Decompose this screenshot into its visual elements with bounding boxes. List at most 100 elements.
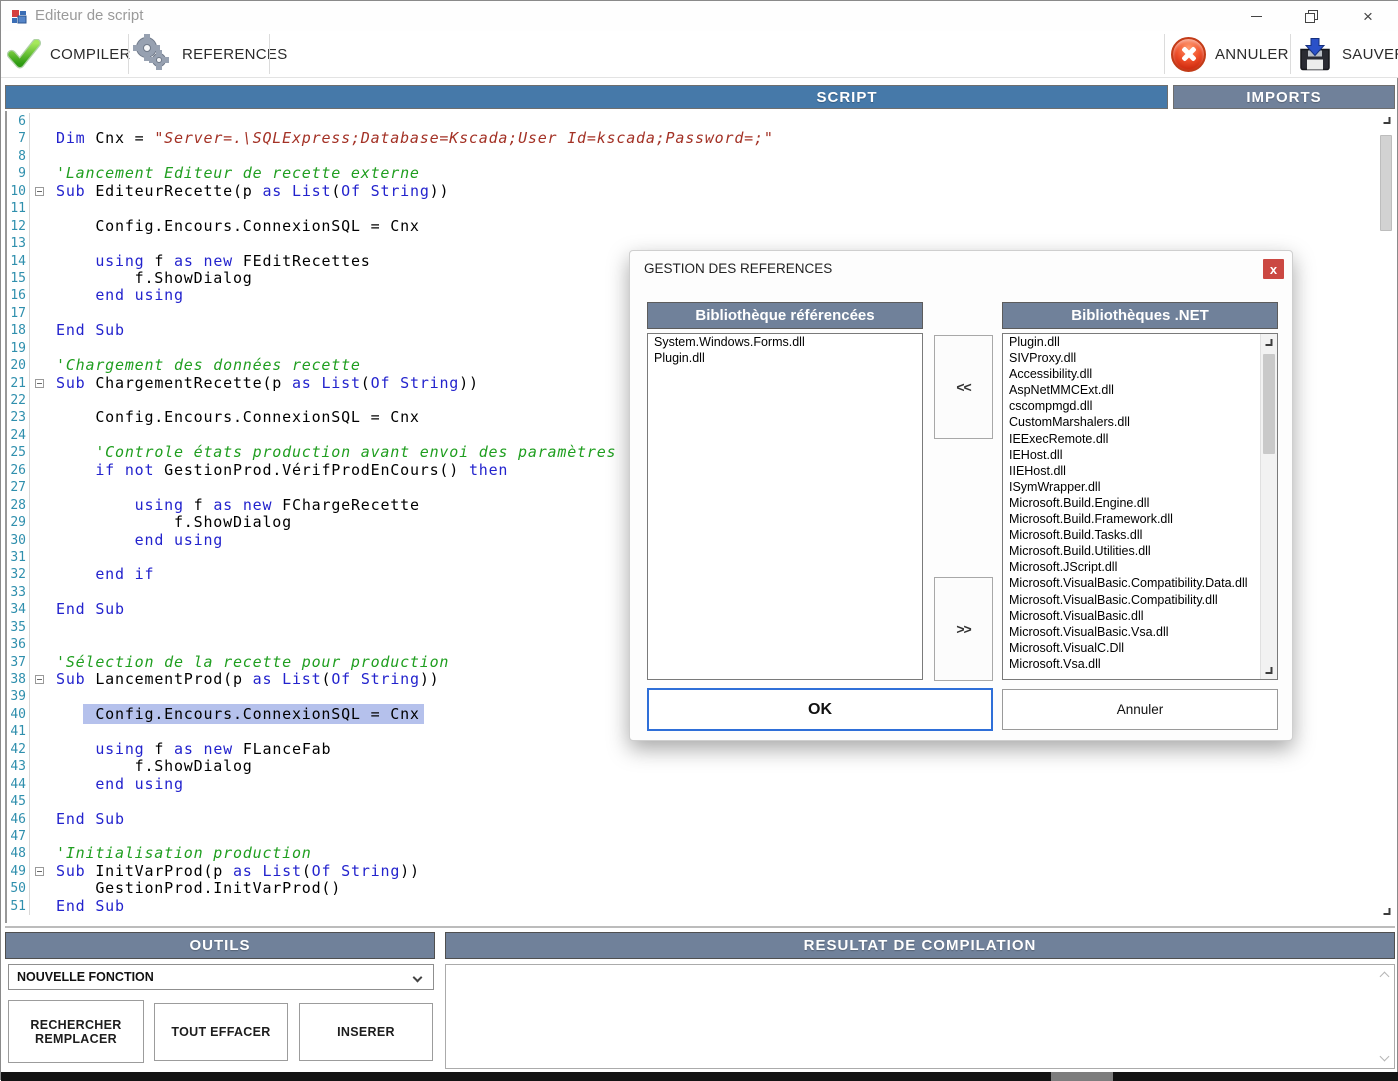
toolbar: COMPILER REFERENCES ANNULER SAUVER bbox=[1, 31, 1398, 78]
references-button[interactable]: REFERENCES bbox=[135, 31, 288, 77]
library-list-item[interactable]: IEHost.dll bbox=[1003, 447, 1260, 463]
list-vertical-scrollbar[interactable] bbox=[1260, 334, 1277, 679]
library-list-item[interactable]: System.Windows.Forms.dll bbox=[648, 334, 922, 350]
library-list-item[interactable]: IEExecRemote.dll bbox=[1003, 431, 1260, 447]
line-number: 49 bbox=[7, 863, 30, 880]
library-list-item[interactable]: Microsoft.Build.Utilities.dll bbox=[1003, 543, 1260, 559]
line-number: 44 bbox=[7, 776, 30, 793]
library-list-item[interactable]: SIVProxy.dll bbox=[1003, 350, 1260, 366]
fold-gutter bbox=[30, 601, 56, 618]
list-scrollbar-thumb[interactable] bbox=[1263, 354, 1275, 454]
library-list-item[interactable]: ISymWrapper.dll bbox=[1003, 479, 1260, 495]
library-list-item[interactable]: Plugin.dll bbox=[1003, 334, 1260, 350]
code-line: 44 end using bbox=[7, 776, 1395, 793]
fold-gutter bbox=[30, 619, 56, 636]
library-list-item[interactable]: Microsoft.VisualBasic.Compatibility.Data… bbox=[1003, 575, 1260, 591]
line-number: 47 bbox=[7, 828, 30, 845]
maximize-button[interactable] bbox=[1291, 1, 1331, 31]
result-scroll-down-icon[interactable] bbox=[1380, 1052, 1390, 1062]
library-list-item[interactable]: Microsoft.Build.Framework.dll bbox=[1003, 511, 1260, 527]
rechercher-remplacer-button[interactable]: RECHERCHER REMPLACER bbox=[8, 1000, 144, 1063]
code-line: 9'Lancement Editeur de recette externe bbox=[7, 165, 1395, 182]
code-line: 6 bbox=[7, 113, 1395, 130]
sauver-button[interactable]: SAUVER bbox=[1297, 31, 1398, 77]
line-number: 30 bbox=[7, 532, 30, 549]
library-list-item[interactable]: AspNetMMCExt.dll bbox=[1003, 382, 1260, 398]
function-dropdown[interactable]: NOUVELLE FONCTION bbox=[8, 964, 434, 990]
fold-gutter bbox=[30, 409, 56, 426]
library-list-item[interactable]: Microsoft.VisualC.Dll bbox=[1003, 640, 1260, 656]
resultat-title: RESULTAT DE COMPILATION bbox=[804, 937, 1037, 954]
compiler-button[interactable]: COMPILER bbox=[7, 31, 131, 77]
code-text: using f as new FLanceFab bbox=[56, 741, 1395, 758]
script-editor-window: { "window": { "title": "Editeur de scrip… bbox=[0, 0, 1398, 1080]
line-number: 37 bbox=[7, 654, 30, 671]
fold-collapse-icon[interactable] bbox=[35, 379, 44, 388]
line-number: 20 bbox=[7, 357, 30, 374]
library-list-item[interactable]: Microsoft.Build.Engine.dll bbox=[1003, 495, 1260, 511]
annuler-dialog-button[interactable]: Annuler bbox=[1002, 689, 1278, 730]
code-line: 46End Sub bbox=[7, 811, 1395, 828]
code-text: 'Lancement Editeur de recette externe bbox=[56, 165, 1395, 182]
library-list-item[interactable]: Plugin.dll bbox=[648, 350, 922, 366]
library-list-item[interactable]: IIEHost.dll bbox=[1003, 463, 1260, 479]
result-scroll-up-icon[interactable] bbox=[1380, 972, 1390, 982]
code-text: End Sub bbox=[56, 811, 1395, 828]
line-number: 16 bbox=[7, 287, 30, 304]
line-number: 35 bbox=[7, 619, 30, 636]
library-list-item[interactable]: cscompmgd.dll bbox=[1003, 398, 1260, 414]
compilation-result-box[interactable] bbox=[445, 964, 1395, 1069]
fold-gutter bbox=[30, 165, 56, 182]
line-number: 12 bbox=[7, 218, 30, 235]
tout-effacer-button[interactable]: TOUT EFFACER bbox=[154, 1003, 288, 1061]
library-list-item[interactable]: Microsoft.VisualBasic.Compatibility.dll bbox=[1003, 592, 1260, 608]
line-number: 38 bbox=[7, 671, 30, 688]
line-number: 27 bbox=[7, 479, 30, 496]
library-list-item[interactable]: Microsoft.Build.Tasks.dll bbox=[1003, 527, 1260, 543]
close-button[interactable]: × bbox=[1348, 1, 1388, 31]
ok-button[interactable]: OK bbox=[647, 688, 993, 731]
line-number: 36 bbox=[7, 636, 30, 653]
line-number: 8 bbox=[7, 148, 30, 165]
dotnet-libraries-items: Plugin.dllSIVProxy.dllAccessibility.dllA… bbox=[1003, 334, 1260, 672]
move-right-button[interactable]: >> bbox=[934, 577, 993, 681]
referenced-libraries-title: Bibliothèque référencées bbox=[695, 307, 874, 324]
scroll-down-icon[interactable] bbox=[1383, 908, 1390, 915]
fold-gutter bbox=[30, 235, 56, 252]
toolbar-separator bbox=[269, 34, 270, 74]
move-left-button[interactable]: << bbox=[934, 335, 993, 439]
line-number: 51 bbox=[7, 898, 30, 915]
line-number: 34 bbox=[7, 601, 30, 618]
dotnet-libraries-list[interactable]: Plugin.dllSIVProxy.dllAccessibility.dllA… bbox=[1002, 333, 1278, 680]
fold-gutter bbox=[30, 688, 56, 705]
scroll-up-icon[interactable] bbox=[1383, 117, 1390, 124]
annuler-button[interactable]: ANNULER bbox=[1171, 31, 1289, 77]
dialog-close-button[interactable]: x bbox=[1263, 259, 1284, 279]
fold-gutter bbox=[30, 514, 56, 531]
editor-vertical-scrollbar[interactable] bbox=[1378, 113, 1395, 919]
fold-collapse-icon[interactable] bbox=[35, 867, 44, 876]
library-list-item[interactable]: CustomMarshalers.dll bbox=[1003, 414, 1260, 430]
dotnet-libraries-title: Bibliothèques .NET bbox=[1071, 307, 1209, 324]
fold-gutter bbox=[30, 880, 56, 897]
library-list-item[interactable]: Microsoft.VisualBasic.Vsa.dll bbox=[1003, 624, 1260, 640]
code-text: 'Initialisation production bbox=[56, 845, 1395, 862]
fold-collapse-icon[interactable] bbox=[35, 187, 44, 196]
fold-gutter bbox=[30, 322, 56, 339]
code-text bbox=[56, 200, 1395, 217]
minimize-button[interactable] bbox=[1236, 1, 1276, 31]
list-scroll-up-icon[interactable] bbox=[1266, 339, 1273, 346]
library-list-item[interactable]: Accessibility.dll bbox=[1003, 366, 1260, 382]
library-list-item[interactable]: Microsoft.VisualBasic.dll bbox=[1003, 608, 1260, 624]
referenced-libraries-list[interactable]: System.Windows.Forms.dllPlugin.dll bbox=[647, 333, 923, 680]
inserer-button[interactable]: INSERER bbox=[299, 1003, 433, 1061]
line-number: 31 bbox=[7, 549, 30, 566]
library-list-item[interactable]: Microsoft.JScript.dll bbox=[1003, 559, 1260, 575]
imports-panel-header[interactable]: IMPORTS bbox=[1173, 85, 1395, 109]
list-scroll-down-icon[interactable] bbox=[1266, 667, 1273, 674]
library-list-item[interactable]: Microsoft.Vsa.dll bbox=[1003, 656, 1260, 672]
fold-collapse-icon[interactable] bbox=[35, 675, 44, 684]
fold-gutter bbox=[30, 654, 56, 671]
code-text bbox=[56, 828, 1395, 845]
editor-scrollbar-thumb[interactable] bbox=[1380, 135, 1392, 231]
